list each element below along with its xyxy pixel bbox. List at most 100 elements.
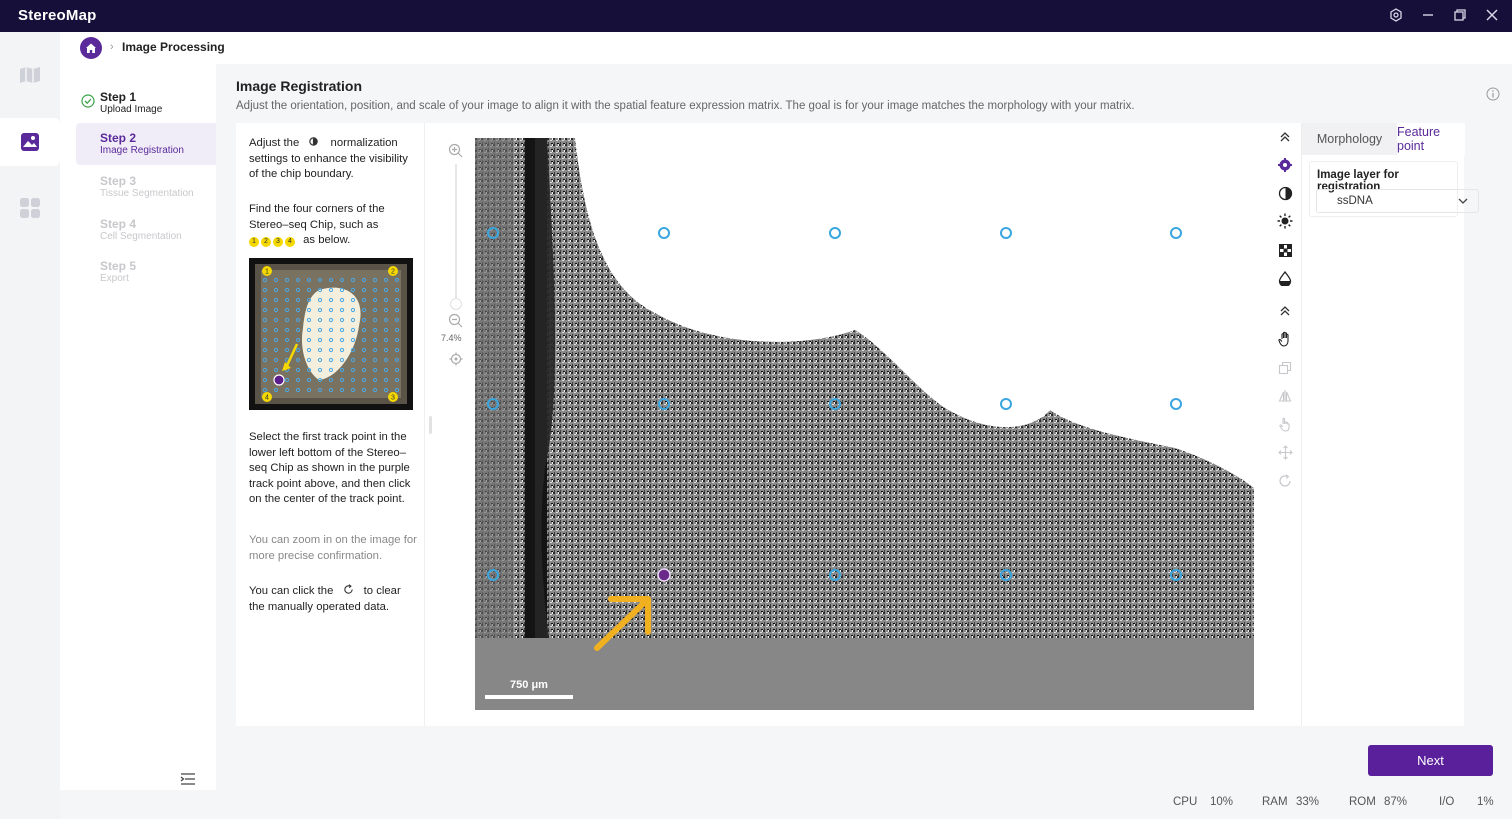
next-button[interactable]: Next [1368, 745, 1493, 776]
close-icon[interactable] [1484, 6, 1500, 24]
step-title: Step 1 [100, 90, 137, 104]
step-4: Step 4 Cell Segmentation [76, 209, 216, 251]
instruction-text: You can click the [249, 585, 334, 597]
chevron-right-icon: › [110, 41, 114, 53]
corner-chip: 2 [261, 237, 271, 247]
minimize-icon[interactable] [1420, 6, 1436, 24]
layer-settings: Image layer for registration ssDNA [1309, 161, 1479, 217]
pointer-hand-icon [1278, 417, 1290, 432]
cpu-label: CPU [1173, 796, 1198, 808]
point-select-button [1275, 414, 1295, 434]
chip-example-image: 1 2 3 4 [255, 264, 407, 404]
resize-handle[interactable] [429, 416, 432, 434]
io-label: I/O [1439, 796, 1455, 808]
corner-chip: 4 [285, 237, 295, 247]
step-3: Step 3 Tissue Segmentation [76, 166, 216, 208]
thumb-marker-4: 4 [265, 395, 269, 402]
scale-bar [485, 695, 573, 699]
check-circle-icon [81, 94, 95, 108]
move-icon [1277, 444, 1293, 460]
home-button[interactable] [80, 37, 102, 59]
checker-icon [1278, 243, 1292, 257]
tissue-image[interactable] [475, 138, 1254, 710]
step-subtitle: Tissue Segmentation [100, 188, 194, 199]
zoom-in-icon[interactable] [448, 143, 463, 158]
tab-morphology[interactable]: Morphology [1302, 123, 1397, 155]
layer-select-value: ssDNA [1337, 195, 1373, 207]
instruction-clear: You can click the to clear the manually … [249, 584, 419, 615]
step-1[interactable]: Step 1 Upload Image [76, 82, 216, 124]
window-controls [1388, 6, 1500, 24]
reset-icon [1279, 474, 1291, 487]
zoom-slider-track[interactable] [455, 164, 457, 304]
step-2[interactable]: Step 2 Image Registration [76, 123, 216, 165]
restore-icon[interactable] [1452, 6, 1468, 24]
instruction-zoom: You can zoom in on the image for more pr… [249, 534, 417, 562]
status-bar: CPU 10% RAM 33% ROM 87% I/O 1% [1170, 796, 1510, 812]
normalization-button[interactable] [1275, 155, 1295, 175]
zoom-out-icon[interactable] [448, 313, 463, 328]
move-button [1275, 442, 1295, 462]
locate-icon[interactable] [449, 352, 463, 366]
breadcrumb: › Image Processing [60, 32, 1512, 64]
zoom-level: 7.4% [441, 333, 462, 343]
mirror-button [1275, 386, 1295, 406]
thumb-marker-3: 3 [391, 395, 395, 402]
corner-chip: 3 [273, 237, 283, 247]
step-subtitle: Image Registration [100, 145, 184, 156]
panel-divider [424, 123, 425, 726]
brightness-icon [1277, 213, 1293, 229]
grid-icon [20, 198, 40, 218]
collapse-tools-button[interactable] [1275, 127, 1295, 147]
double-chevron-up-icon [1280, 306, 1290, 316]
home-icon [86, 43, 96, 53]
rail-item-map[interactable] [0, 51, 60, 99]
ram-value: 33% [1296, 796, 1320, 808]
page-header: Image Registration Adjust the orientatio… [216, 64, 1512, 122]
pan-button[interactable] [1275, 329, 1295, 349]
instructions: Adjust the normalization settings to enh… [236, 123, 424, 726]
hand-icon [1277, 331, 1289, 347]
image-icon [21, 133, 39, 151]
zoom-slider-handle[interactable] [450, 298, 462, 310]
step-subtitle: Export [100, 273, 129, 284]
page-title: Image Registration [236, 78, 363, 94]
step-title: Step 3 [100, 174, 137, 188]
settings-icon[interactable] [1388, 6, 1404, 24]
panel-tabs: Morphology Feature point [1302, 123, 1465, 155]
thumb-marker-1: 1 [265, 269, 269, 276]
instruction-text: as below. [303, 234, 351, 246]
collapse-sidebar-icon[interactable] [180, 772, 196, 786]
instruction-corners: Find the four corners of the Stereo–seq … [249, 202, 419, 249]
brightness-button[interactable] [1275, 211, 1295, 231]
instruction-select-point: Select the first track point in the lowe… [249, 431, 411, 505]
normalization-icon [1278, 158, 1292, 172]
steps-sidebar: Step 1 Upload Image Step 2 Image Registr… [60, 64, 216, 790]
selected-track-point [657, 568, 671, 582]
reset-button [1275, 471, 1295, 491]
chevron-down-icon [1458, 198, 1468, 204]
rail-item-image-processing[interactable] [0, 118, 60, 166]
corner-chip: 1 [249, 237, 259, 247]
saturation-button[interactable] [1275, 268, 1295, 288]
app-title: StereoMap [18, 7, 97, 24]
drop-icon [1278, 270, 1292, 286]
reset-icon [343, 584, 353, 594]
title-bar: StereoMap [0, 0, 1512, 32]
rail-item-apps[interactable] [0, 184, 60, 232]
contrast-icon [1278, 186, 1292, 200]
contrast-button[interactable] [1275, 183, 1295, 203]
step-title: Step 4 [100, 217, 137, 231]
instruction-text: Find the four corners of the Stereo–seq … [249, 203, 385, 231]
image-viewer[interactable] [475, 138, 1254, 710]
copy-icon [1278, 361, 1292, 375]
layer-select[interactable]: ssDNA [1316, 189, 1479, 213]
pixel-button[interactable] [1275, 240, 1295, 260]
step-title: Step 2 [100, 131, 137, 145]
info-icon[interactable] [1486, 87, 1500, 101]
collapse-transform-button[interactable] [1275, 301, 1295, 321]
tab-feature-point[interactable]: Feature point [1397, 123, 1465, 155]
thumb-marker-2: 2 [391, 269, 395, 276]
breadcrumb-current: Image Processing [122, 40, 225, 54]
flip-button [1275, 358, 1295, 378]
